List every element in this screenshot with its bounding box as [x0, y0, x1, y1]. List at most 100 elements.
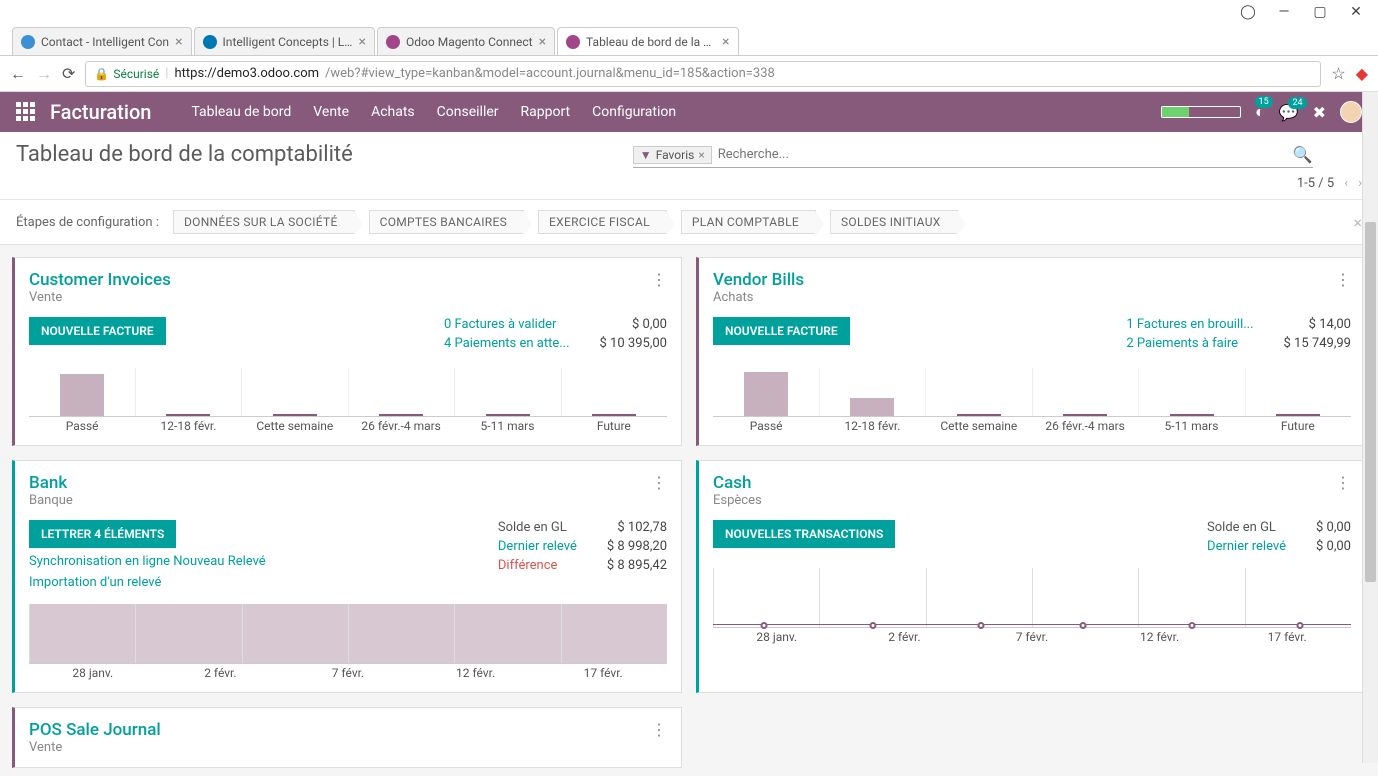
tab-label: Odoo Magento Connect — [406, 35, 533, 49]
tab-label: Tableau de bord de la co — [586, 35, 716, 49]
step-balances[interactable]: SOLDES INITIAUX — [830, 210, 958, 234]
bar-chart: Passé 12-18 févr. Cette semaine 26 févr.… — [29, 369, 667, 433]
discuss-icon[interactable]: ◐15 — [1255, 102, 1265, 122]
search-bar[interactable]: ▼ Favoris × 🔍 — [633, 142, 1313, 168]
card-cash: Cash Espèces ⋮ NOUVELLES TRANSACTIONS So… — [696, 460, 1366, 693]
app-brand[interactable]: Facturation — [50, 100, 151, 124]
window-maximize[interactable]: ▢ — [1302, 0, 1338, 24]
search-input[interactable] — [718, 147, 1293, 162]
menu-configuration[interactable]: Configuration — [592, 104, 676, 120]
tab-close-icon[interactable]: × — [359, 34, 366, 50]
new-bill-button[interactable]: NOUVELLE FACTURE — [713, 317, 850, 345]
bookmark-star-icon[interactable]: ☆ — [1331, 64, 1345, 83]
menu-conseiller[interactable]: Conseiller — [437, 104, 499, 120]
step-company[interactable]: DONNÉES SUR LA SOCIÉTÉ — [173, 210, 355, 234]
card-subtitle: Banque — [29, 493, 73, 508]
card-bank: Bank Banque ⋮ LETTRER 4 ÉLÉMENTS Synchro… — [12, 460, 682, 693]
stat-label: Solde en GL — [498, 520, 577, 535]
stat-label[interactable]: 0 Factures à valider — [444, 317, 570, 332]
stat-value: $ 0,00 — [1316, 539, 1351, 554]
pager-text: 1-5 / 5 — [1297, 176, 1334, 191]
area-chart — [29, 604, 667, 664]
pager-prev-icon[interactable]: ‹ — [1344, 176, 1348, 191]
stat-value: $ 15 749,99 — [1284, 336, 1351, 351]
step-fiscal[interactable]: EXERCICE FISCAL — [538, 210, 667, 234]
new-transactions-button[interactable]: NOUVELLES TRANSACTIONS — [713, 520, 895, 548]
support-icon[interactable]: ✖ — [1313, 103, 1326, 122]
reconcile-button[interactable]: LETTRER 4 ÉLÉMENTS — [29, 520, 176, 548]
chip-remove-icon[interactable]: × — [698, 148, 704, 162]
card-title[interactable]: Cash — [713, 473, 762, 493]
stat-value: $ 14,00 — [1284, 317, 1351, 332]
stat-label[interactable]: Dernier relevé — [1207, 539, 1286, 554]
nav-reload-icon[interactable]: ⟳ — [62, 64, 75, 83]
card-more-icon[interactable]: ⋮ — [651, 720, 667, 739]
nav-forward-icon[interactable]: → — [36, 64, 52, 84]
card-pos-journal: POS Sale Journal Vente ⋮ — [12, 707, 682, 768]
card-title[interactable]: Customer Invoices — [29, 270, 171, 290]
step-bank[interactable]: COMPTES BANCAIRES — [369, 210, 524, 234]
card-vendor-bills: Vendor Bills Achats ⋮ NOUVELLE FACTURE 1… — [696, 257, 1366, 446]
filter-chip[interactable]: ▼ Favoris × — [633, 146, 712, 164]
stat-label[interactable]: Différence — [498, 558, 577, 573]
address-input[interactable]: 🔒 Sécurisé | https://demo3.odoo.com/web?… — [85, 61, 1321, 87]
card-more-icon[interactable]: ⋮ — [1335, 270, 1351, 289]
import-statement-link[interactable]: Importation d'un relevé — [29, 575, 161, 590]
browser-tab-3[interactable]: Odoo Magento Connect × — [377, 27, 555, 55]
menu-vente[interactable]: Vente — [313, 104, 349, 120]
browser-tab-strip: Contact - Intelligent Con × Intelligent … — [0, 24, 1378, 56]
stat-label[interactable]: Dernier relevé — [498, 539, 577, 554]
extension-icon[interactable]: ◆ — [1356, 64, 1368, 83]
window-minimize[interactable]: — — [1266, 0, 1302, 24]
favicon-icon — [203, 35, 217, 49]
tab-close-icon[interactable]: × — [539, 34, 546, 50]
stat-label[interactable]: 1 Factures en brouill... — [1126, 317, 1253, 332]
window-titlebar: ◯ — ▢ ✕ — [0, 0, 1378, 24]
bar-chart: Passé 12-18 févr. Cette semaine 26 févr.… — [713, 369, 1351, 433]
card-more-icon[interactable]: ⋮ — [651, 270, 667, 289]
browser-tab-4[interactable]: Tableau de bord de la co × — [557, 27, 738, 55]
setup-steps-bar: Étapes de configuration : DONNÉES SUR LA… — [0, 200, 1378, 245]
trial-progress[interactable] — [1161, 106, 1241, 118]
card-title[interactable]: Bank — [29, 473, 73, 493]
stat-label[interactable]: 2 Paiements à faire — [1126, 336, 1253, 351]
line-chart — [713, 568, 1351, 628]
card-title[interactable]: POS Sale Journal — [29, 720, 161, 740]
nav-back-icon[interactable]: ← — [10, 64, 26, 84]
window-close[interactable]: ✕ — [1338, 0, 1374, 24]
card-subtitle: Vente — [29, 740, 161, 755]
step-chart[interactable]: PLAN COMPTABLE — [681, 210, 816, 234]
scrollbar-thumb[interactable] — [1365, 222, 1376, 582]
apps-menu-icon[interactable] — [16, 102, 36, 122]
user-avatar[interactable] — [1340, 101, 1362, 123]
top-menu: Tableau de bord Vente Achats Conseiller … — [191, 104, 676, 120]
tab-label: Contact - Intelligent Con — [41, 35, 169, 49]
card-title[interactable]: Vendor Bills — [713, 270, 804, 290]
card-subtitle: Espèces — [713, 493, 762, 508]
app-topbar: Facturation Tableau de bord Vente Achats… — [0, 92, 1378, 132]
new-invoice-button[interactable]: NOUVELLE FACTURE — [29, 317, 166, 345]
card-subtitle: Achats — [713, 290, 804, 305]
browser-address-bar: ← → ⟳ 🔒 Sécurisé | https://demo3.odoo.co… — [0, 56, 1378, 92]
user-account-icon[interactable]: ◯ — [1230, 0, 1266, 24]
scrollbar[interactable] — [1362, 92, 1378, 763]
menu-achats[interactable]: Achats — [371, 104, 415, 120]
card-subtitle: Vente — [29, 290, 171, 305]
online-sync-link[interactable]: Synchronisation en ligne Nouveau Relevé — [29, 554, 266, 569]
funnel-icon: ▼ — [640, 148, 652, 162]
menu-rapport[interactable]: Rapport — [521, 104, 571, 120]
steps-dismiss-icon[interactable]: × — [1353, 213, 1362, 232]
browser-tab-1[interactable]: Contact - Intelligent Con × — [12, 27, 192, 55]
activities-icon[interactable]: 💬24 — [1279, 103, 1299, 122]
stat-value: $ 10 395,00 — [600, 336, 667, 351]
tab-close-icon[interactable]: × — [722, 34, 729, 50]
search-icon[interactable]: 🔍 — [1293, 145, 1313, 164]
stat-label[interactable]: 4 Paiements en atte... — [444, 336, 570, 351]
card-more-icon[interactable]: ⋮ — [1335, 473, 1351, 492]
tab-close-icon[interactable]: × — [175, 34, 182, 50]
page-title: Tableau de bord de la comptabilité — [16, 142, 353, 167]
stat-value: $ 102,78 — [607, 520, 667, 535]
browser-tab-2[interactable]: Intelligent Concepts | Lin × — [194, 27, 375, 55]
card-more-icon[interactable]: ⋮ — [651, 473, 667, 492]
menu-tableau-de-bord[interactable]: Tableau de bord — [191, 104, 291, 120]
